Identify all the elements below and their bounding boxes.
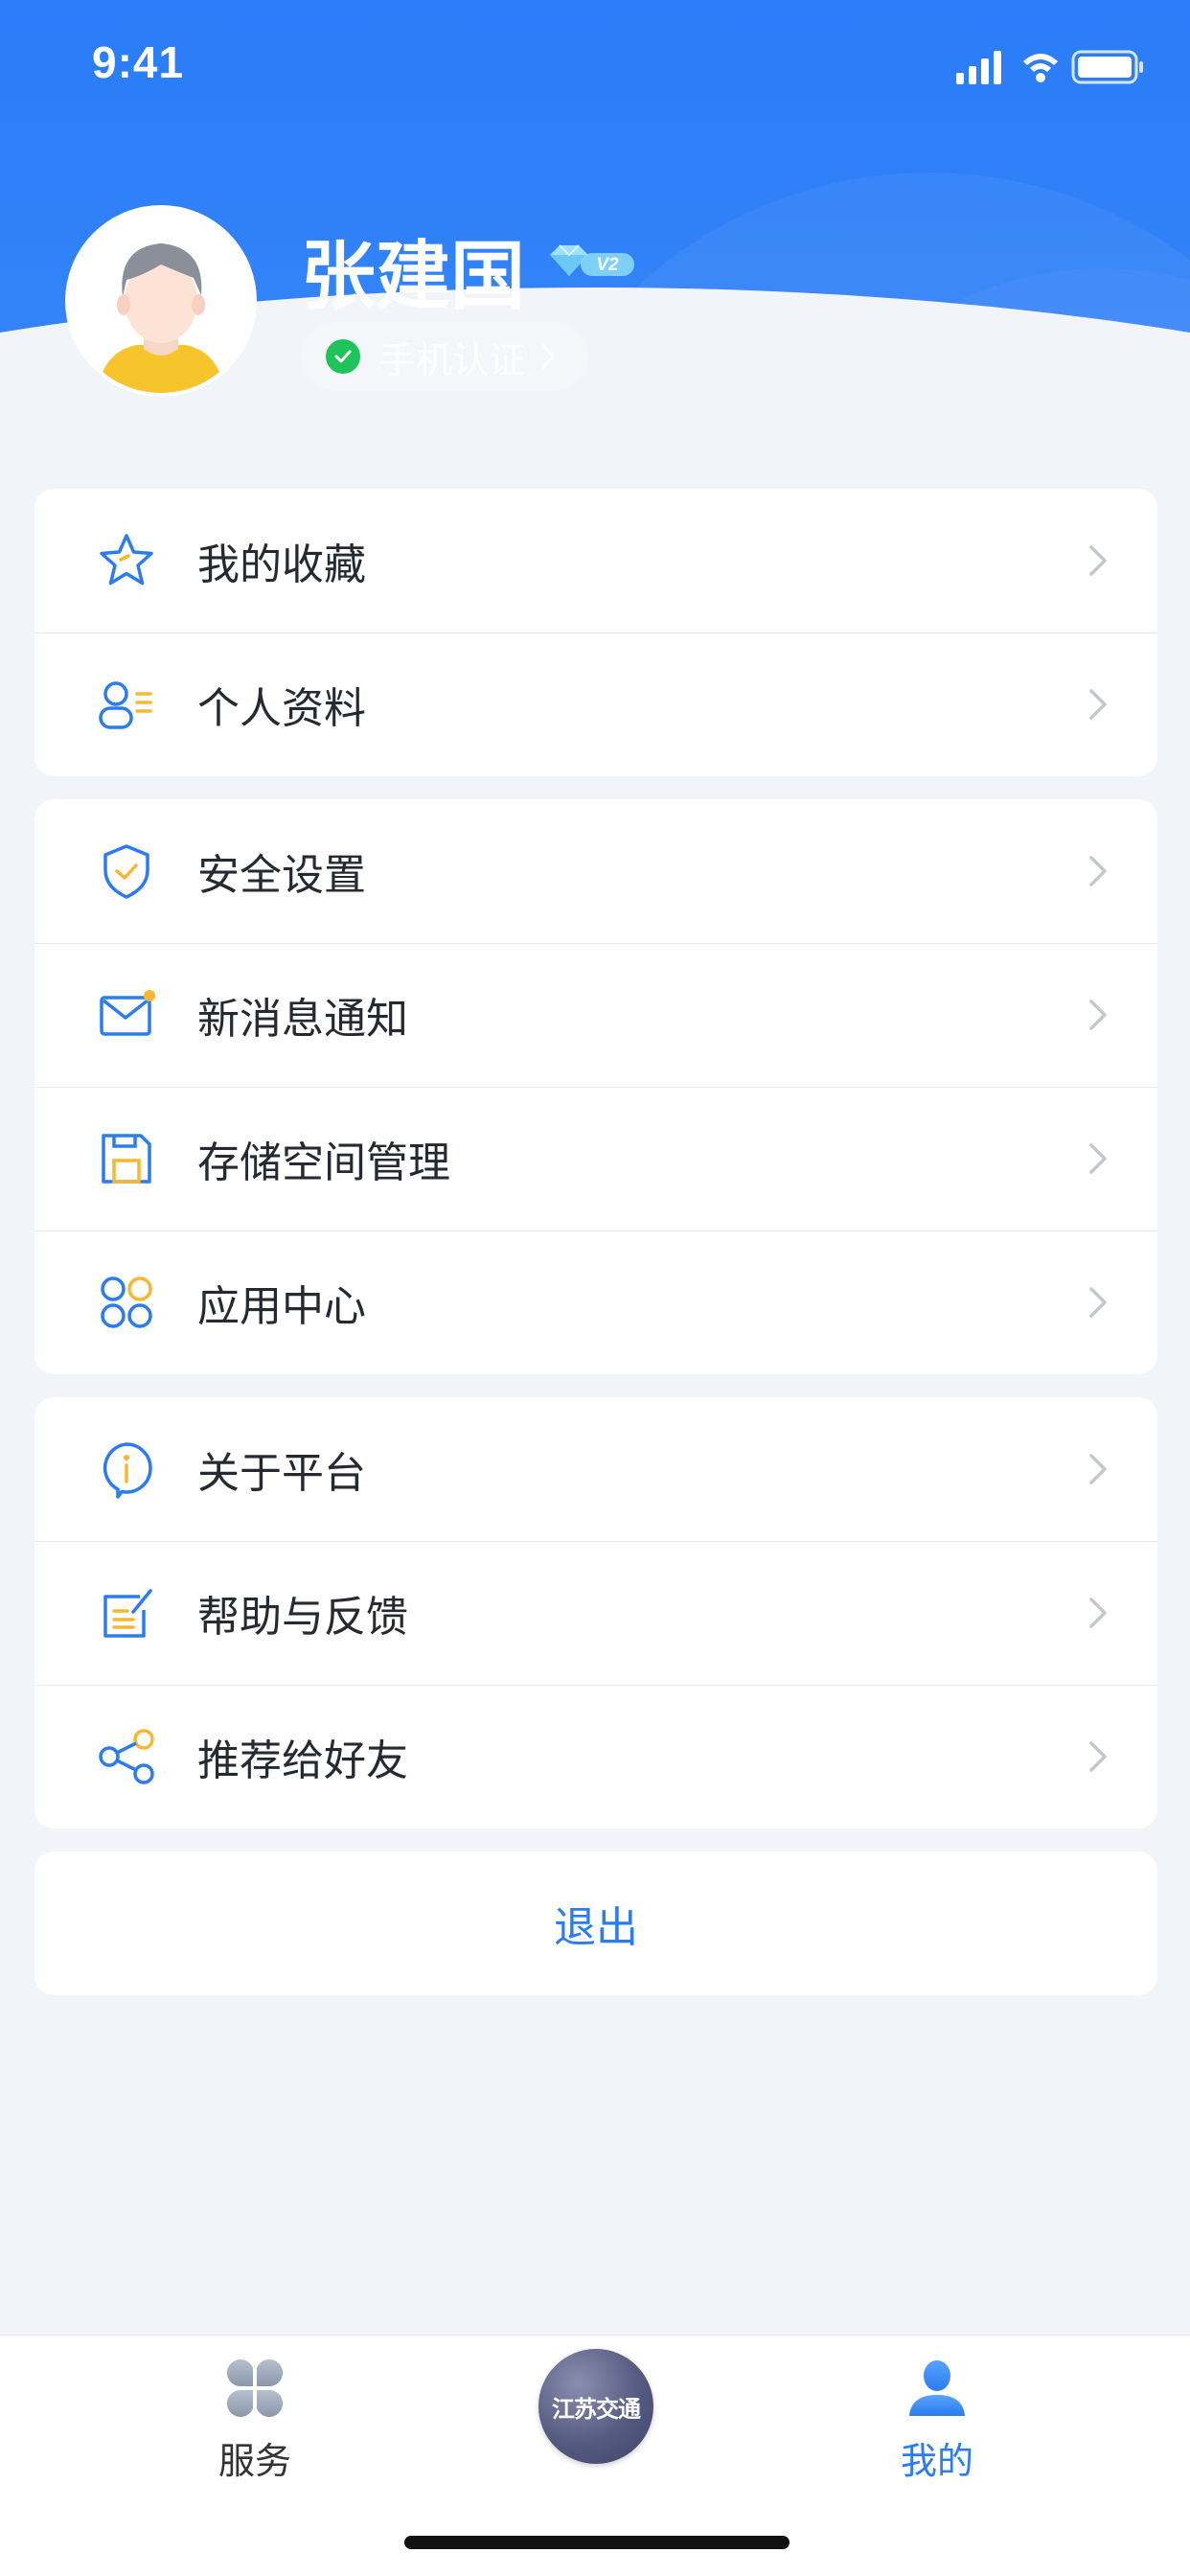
service-icon [226, 2359, 284, 2417]
menu-item-storage[interactable]: 存储空间管理 [34, 1087, 1157, 1230]
chevron-right-icon [1089, 689, 1107, 720]
menu-item-favorites[interactable]: 我的收藏 [34, 489, 1157, 632]
info-icon [96, 1438, 157, 1500]
menu-item-profile[interactable]: 个人资料 [34, 632, 1157, 776]
logout-card: 退出 [34, 1852, 1157, 1995]
tab-label: 服务 [217, 2440, 291, 2482]
menu-card-2: 安全设置 新消息通知 存储空间管理 应用中心 [34, 799, 1157, 1374]
status-time: 9:41 [92, 37, 185, 87]
vip-badge: V2 [550, 244, 634, 276]
chevron-right-icon [1089, 1741, 1107, 1772]
phone-auth-badge[interactable]: 手机认证 [301, 322, 588, 391]
menu-item-feedback[interactable]: 帮助与反馈 [34, 1541, 1157, 1685]
menu-item-label: 推荐给好友 [197, 1736, 408, 1785]
chevron-right-icon [1089, 1143, 1107, 1174]
menu-item-label: 个人资料 [197, 684, 366, 733]
share-icon [96, 1726, 157, 1787]
check-icon [326, 339, 360, 374]
phone-auth-label: 手机认证 [379, 338, 526, 381]
menu-item-label: 关于平台 [197, 1449, 366, 1498]
menu-item-apps[interactable]: 应用中心 [34, 1230, 1157, 1374]
menu-card-3: 关于平台 帮助与反馈 推荐给好友 [34, 1397, 1157, 1828]
tab-service[interactable]: 服务 [159, 2355, 351, 2484]
tab-label: 我的 [900, 2440, 973, 2482]
menu-item-label: 安全设置 [197, 851, 366, 900]
chevron-right-icon [1089, 545, 1107, 576]
user-name: 张建国 [301, 234, 526, 320]
wifi-icon [1023, 54, 1058, 82]
chevron-right-icon [1089, 1454, 1107, 1484]
signal-icon [956, 51, 1001, 84]
chevron-right-icon [1089, 1000, 1107, 1030]
mail-icon [96, 984, 157, 1046]
logout-button[interactable]: 退出 [34, 1852, 1157, 1995]
avatar-illustration [69, 209, 253, 393]
chevron-right-icon [538, 342, 558, 371]
status-bar: 9:41 [0, 0, 1190, 126]
menu-item-label: 应用中心 [197, 1282, 366, 1331]
chevron-right-icon [1089, 1287, 1107, 1318]
menu-item-label: 我的收藏 [197, 540, 366, 589]
menu-item-label: 存储空间管理 [197, 1138, 450, 1187]
menu-item-share[interactable]: 推荐给好友 [34, 1685, 1157, 1828]
menu-item-about[interactable]: 关于平台 [34, 1397, 1157, 1541]
chevron-right-icon [1089, 1598, 1107, 1628]
feedback-icon [96, 1582, 157, 1644]
menu-item-label: 帮助与反馈 [197, 1593, 408, 1642]
tab-mine[interactable]: 我的 [841, 2355, 1033, 2484]
menu-card-1: 我的收藏 个人资料 [34, 489, 1157, 776]
user-icon [909, 2360, 965, 2416]
battery-icon [1071, 50, 1143, 84]
home-indicator [404, 2536, 790, 2549]
save-icon [96, 1128, 157, 1189]
shield-icon [96, 840, 157, 902]
status-icons [956, 50, 1143, 84]
apps-icon [96, 1272, 157, 1333]
user-card-icon [96, 674, 157, 735]
star-icon [96, 530, 157, 591]
tab-center-logo[interactable]: 江苏交通 [538, 2349, 653, 2464]
avatar[interactable] [65, 205, 257, 397]
chevron-right-icon [1089, 856, 1107, 886]
menu-item-label: 新消息通知 [197, 995, 408, 1044]
vip-level-text: V2 [596, 255, 619, 275]
menu-item-notifications[interactable]: 新消息通知 [34, 943, 1157, 1087]
menu-item-security[interactable]: 安全设置 [34, 799, 1157, 943]
